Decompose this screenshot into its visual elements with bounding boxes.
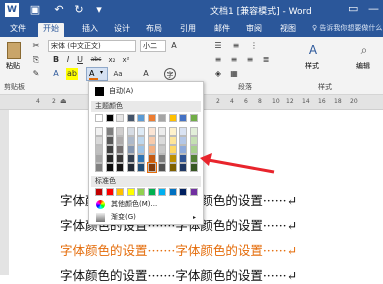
- annotation-arrow: [200, 153, 275, 174]
